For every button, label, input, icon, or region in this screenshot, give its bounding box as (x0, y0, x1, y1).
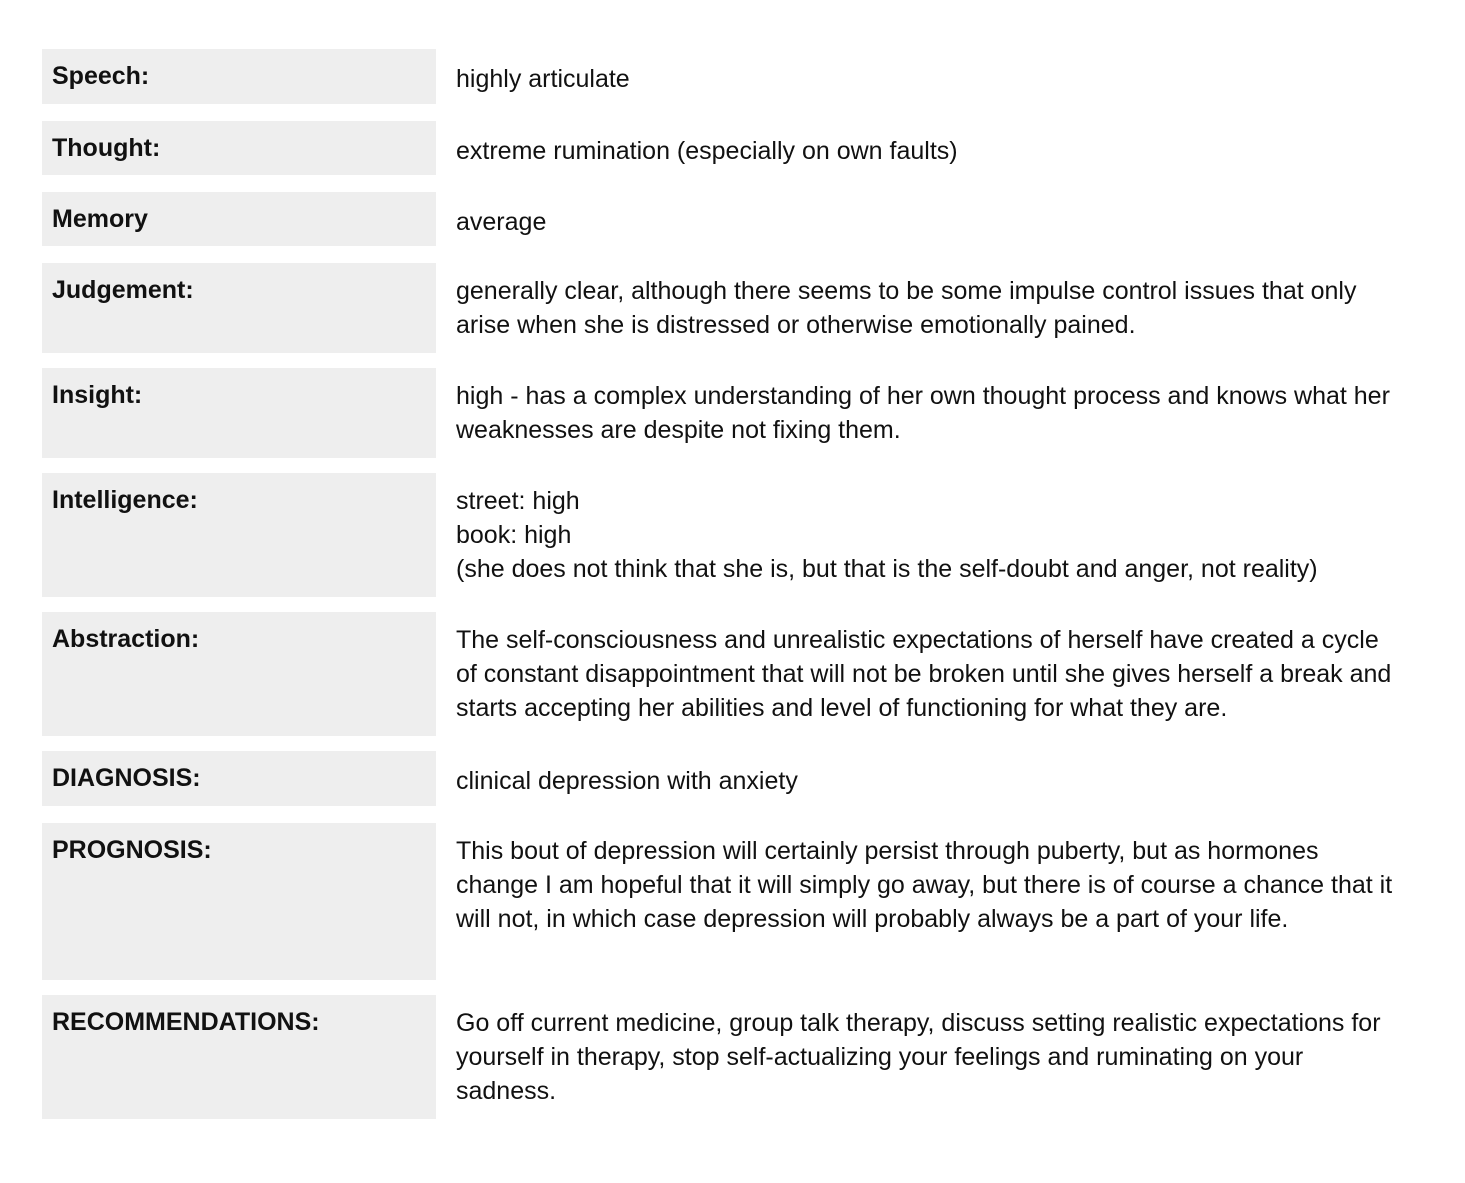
row-intelligence: Intelligence: street: high book: high (s… (42, 473, 1422, 597)
row-recommendations: RECOMMENDATIONS: Go off current medicine… (42, 995, 1422, 1119)
label-intelligence: Intelligence: (42, 473, 436, 597)
label-prognosis: PROGNOSIS: (42, 823, 436, 980)
value-recommendations: Go off current medicine, group talk ther… (456, 1009, 1381, 1105)
label-memory: Memory (42, 192, 436, 246)
value-judgement: generally clear, although there seems to… (456, 277, 1357, 339)
row-judgement: Judgement: generally clear, although the… (42, 263, 1422, 353)
evaluation-table: Speech: highly articulate Thought: extre… (42, 49, 1422, 1119)
row-speech: Speech: highly articulate (42, 49, 1422, 104)
value-diagnosis: clinical depression with anxiety (456, 767, 798, 795)
row-thought: Thought: extreme rumination (especially … (42, 121, 1422, 175)
label-thought: Thought: (42, 121, 436, 175)
row-insight: Insight: high - has a complex understand… (42, 368, 1422, 458)
label-judgement: Judgement: (42, 263, 436, 353)
value-insight: high - has a complex understanding of he… (456, 382, 1390, 444)
label-diagnosis: DIAGNOSIS: (42, 751, 436, 806)
label-speech: Speech: (42, 49, 436, 104)
value-prognosis: This bout of depression will certainly p… (456, 837, 1393, 933)
row-diagnosis: DIAGNOSIS: clinical depression with anxi… (42, 751, 1422, 806)
value-memory: average (456, 208, 547, 236)
value-abstraction: The self-consciousness and unrealistic e… (456, 626, 1392, 722)
label-recommendations: RECOMMENDATIONS: (42, 995, 436, 1119)
value-speech: highly articulate (456, 65, 630, 93)
row-prognosis: PROGNOSIS: This bout of depression will … (42, 823, 1422, 980)
row-memory: Memory average (42, 192, 1422, 246)
row-abstraction: Abstraction: The self-consciousness and … (42, 612, 1422, 736)
label-abstraction: Abstraction: (42, 612, 436, 736)
value-intelligence: street: high book: high (she does not th… (456, 487, 1318, 583)
value-thought: extreme rumination (especially on own fa… (456, 137, 958, 165)
label-insight: Insight: (42, 368, 436, 458)
